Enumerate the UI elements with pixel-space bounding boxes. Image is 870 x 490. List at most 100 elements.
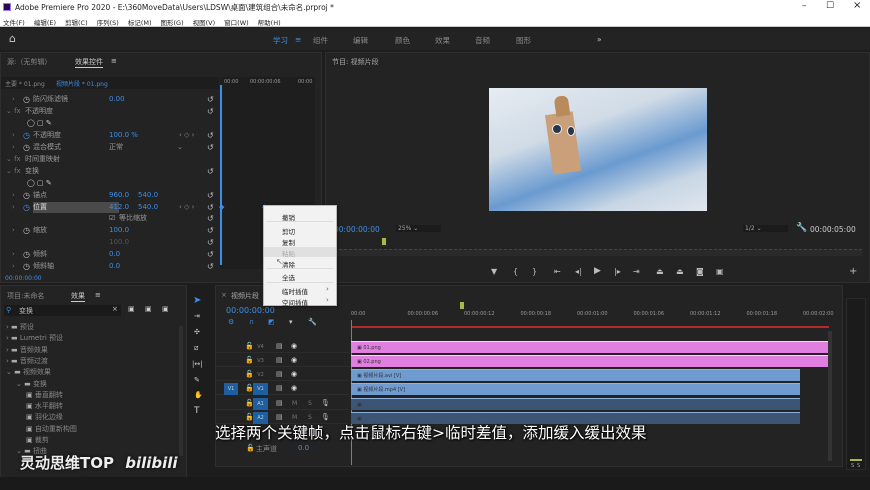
scrollbar[interactable] <box>179 326 183 456</box>
workspace-menu-icon[interactable]: ≡ <box>295 35 301 44</box>
workspace-tab[interactable]: 效果 <box>435 35 450 46</box>
stopwatch-icon[interactable]: ◷ <box>23 142 30 153</box>
effect-property-row[interactable]: 100.0 ↺ <box>1 237 219 248</box>
go-to-in-button[interactable]: ⇤ <box>554 267 561 276</box>
property-value[interactable]: 960.0 <box>109 190 129 201</box>
property-value[interactable]: 0.00 <box>109 94 125 105</box>
workspace-tab[interactable]: 编辑 <box>353 35 368 46</box>
expand-icon[interactable]: › <box>12 249 15 260</box>
sync-lock-icon[interactable]: ▤ <box>276 399 283 407</box>
effects-tree-item[interactable]: ⌄ ▬ 视频效果 <box>6 367 51 377</box>
menu-item[interactable]: 标记(M) <box>128 19 152 27</box>
home-icon[interactable]: ⌂ <box>9 32 16 45</box>
property-value[interactable]: 0.0 <box>109 249 120 260</box>
expand-icon[interactable]: › <box>12 202 15 213</box>
menu-item[interactable]: 窗口(W) <box>224 19 249 27</box>
solo-button[interactable]: S <box>308 400 312 407</box>
pen-tool-icon[interactable]: ✎ <box>194 376 200 384</box>
tab-source[interactable]: 源:（无剪辑） <box>7 57 51 67</box>
effects-tree-item[interactable]: ▣ 裁剪 <box>26 435 49 445</box>
panel-menu-icon[interactable]: ≡ <box>95 291 101 299</box>
track-target[interactable]: V4 <box>253 341 268 353</box>
slip-tool-icon[interactable]: |↔| <box>192 360 203 368</box>
property-value[interactable]: 正常 <box>109 142 123 153</box>
zoom-select[interactable]: 25% ⌄ <box>396 225 441 232</box>
workspace-tab[interactable]: 组件 <box>313 35 328 46</box>
sequence-clip-label[interactable]: 视频片段 * 01.png <box>56 79 108 88</box>
reset-icon[interactable]: ↺ <box>207 249 214 260</box>
selection-tool-icon[interactable]: ➤ <box>193 295 201 306</box>
yuv-effects-icon[interactable]: ▣ <box>162 305 169 313</box>
32bit-effects-icon[interactable]: ▣ <box>145 305 152 313</box>
context-menu-item[interactable]: 剪切 <box>264 225 336 236</box>
context-menu-item[interactable]: 临时插值 › <box>264 285 336 296</box>
property-value[interactable]: 100.0 % <box>109 130 138 141</box>
sync-lock-icon[interactable]: ▤ <box>276 342 283 350</box>
workspace-tab[interactable]: 学习 <box>273 35 288 46</box>
reset-icon[interactable]: ↺ <box>207 202 214 213</box>
effects-tree-item[interactable]: › ▬ 音频过渡 <box>6 356 48 366</box>
menu-item[interactable]: 序列(S) <box>97 19 119 27</box>
tab-sequence[interactable]: 视频片段 <box>231 291 259 301</box>
mute-button[interactable]: M <box>292 414 297 421</box>
stopwatch-icon[interactable]: ◷ <box>23 94 30 105</box>
timeline-vertical-scrollbar[interactable] <box>828 331 832 461</box>
solo-button[interactable]: S <box>308 414 312 421</box>
context-menu-item[interactable]: 粘贴 <box>264 247 336 258</box>
context-menu-item[interactable]: 撤销 <box>264 211 336 222</box>
ripple-edit-tool-icon[interactable]: ✣ <box>194 328 200 336</box>
effects-tree-item[interactable]: ▣ 水平翻转 <box>26 401 63 411</box>
stopwatch-icon[interactable]: ◷ <box>23 190 30 201</box>
add-button[interactable]: + <box>849 266 857 277</box>
menu-item[interactable]: 图形(G) <box>161 19 184 27</box>
solo-right[interactable]: S <box>857 463 860 469</box>
playhead[interactable] <box>220 85 222 265</box>
mute-button[interactable]: M <box>292 400 297 407</box>
mark-out-button[interactable]: } <box>532 267 537 276</box>
linked-selection-icon[interactable]: ◩ <box>268 318 275 326</box>
resolution-select[interactable]: 1/2 ⌄ <box>743 225 788 232</box>
microphone-icon[interactable]: 🎙 <box>321 413 330 421</box>
wrench-icon[interactable]: 🔧 <box>308 318 317 326</box>
effect-property-row[interactable]: 等比缩放 ☑ ↺ <box>1 213 219 224</box>
expand-icon[interactable]: › <box>12 94 15 105</box>
add-marker-icon[interactable]: ▾ <box>289 318 293 326</box>
solo-left[interactable]: S <box>851 463 854 469</box>
stopwatch-icon[interactable]: ◷ <box>23 249 30 260</box>
extract-button[interactable]: ⏏ <box>676 267 684 276</box>
effects-tree-item[interactable]: ▣ 垂直翻转 <box>26 390 63 400</box>
minimize-button[interactable]: – <box>802 1 807 11</box>
playhead-marker[interactable] <box>382 238 386 245</box>
timeline-clip[interactable]: ▣ <box>351 398 800 410</box>
menu-item[interactable]: 剪辑(C) <box>65 19 88 27</box>
workspace-tab[interactable]: 图形 <box>516 35 531 46</box>
sync-lock-icon[interactable]: ▤ <box>276 384 283 392</box>
sync-lock-icon[interactable]: ▤ <box>276 370 283 378</box>
accelerated-effects-icon[interactable]: ▣ <box>128 305 135 313</box>
master-lock-icon[interactable]: 🔓 <box>246 444 255 452</box>
source-patch[interactable]: V1 <box>224 383 238 395</box>
snap-icon[interactable]: ∩ <box>249 318 254 326</box>
track-target[interactable]: V2 <box>253 369 268 381</box>
property-value[interactable]: 412.0 <box>109 202 129 213</box>
tab-effects[interactable]: 效果 <box>71 291 85 302</box>
property-value[interactable]: 100.0 <box>109 225 129 236</box>
effect-property-row[interactable]: › ◷ 缩放 100.0 ↺ <box>1 225 219 236</box>
wrench-icon[interactable]: 🔧 <box>796 223 807 233</box>
microphone-icon[interactable]: 🎙 <box>321 399 330 407</box>
effect-property-row[interactable]: › ◷ 不透明度 100.0 % ‹ ◇ › ↺ <box>1 130 219 141</box>
step-back-button[interactable]: ◂| <box>575 267 582 276</box>
effects-tree-item[interactable]: › ▬ 音频效果 <box>6 345 48 355</box>
effect-property-row[interactable]: › ◷ 位置 412.0 540.0 ‹ ◇ › ↺ <box>1 202 219 213</box>
sync-lock-icon[interactable]: ▤ <box>276 356 283 364</box>
reset-icon[interactable]: ↺ <box>207 261 214 272</box>
property-value[interactable]: 0.0 <box>109 261 120 272</box>
ellipse-mask-icon[interactable]: ◯ ▢ ✎ <box>27 118 52 129</box>
effects-tree-item[interactable]: › ▬ 预设 <box>6 322 34 332</box>
close-sequence-icon[interactable]: × <box>221 291 227 299</box>
effect-property-row[interactable]: › ◷ 倾斜 0.0 ↺ <box>1 249 219 260</box>
master-clip[interactable]: 主要 * 01.png <box>5 79 45 88</box>
effect-property-row[interactable]: ⌄ fx 时间重映射 <box>1 154 219 165</box>
lift-button[interactable]: ⏏ <box>656 267 664 276</box>
tab-effect-controls[interactable]: 效果控件 <box>75 57 103 68</box>
